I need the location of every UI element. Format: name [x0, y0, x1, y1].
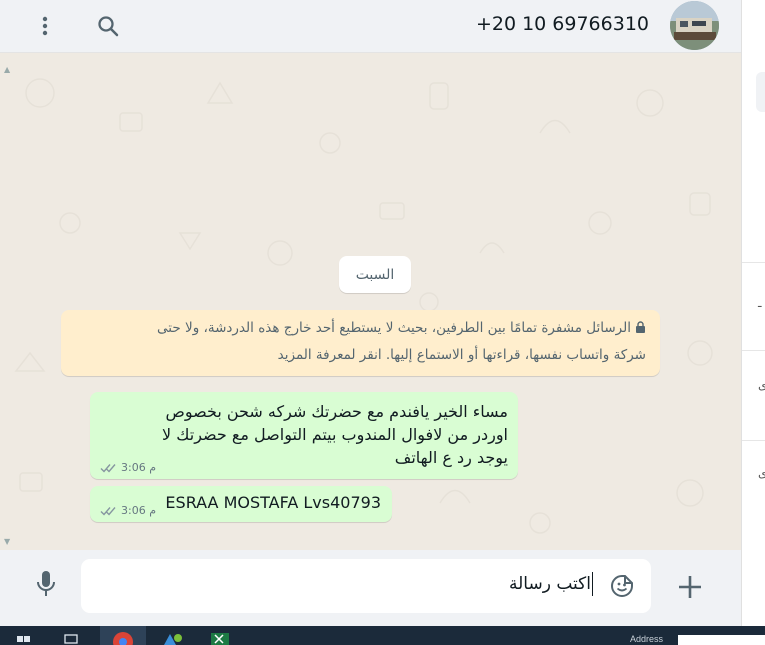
message-meta: 3:06 م — [100, 504, 156, 517]
message-meta: 3:06 م — [100, 461, 156, 474]
search-icon[interactable] — [95, 13, 121, 39]
message-time: 3:06 م — [121, 504, 157, 517]
side-panel-text: ى — [758, 378, 765, 392]
chat-window: +20 10 69766310 ▲ ▼ السبت الرسائل مشفرة … — [0, 0, 741, 626]
encryption-notice-line1: الرسائل مشفرة تمامًا بين الطرفين، بحيث ل… — [75, 315, 646, 342]
app-icon[interactable] — [158, 626, 188, 645]
divider — [742, 262, 765, 263]
address-label: Address — [630, 634, 664, 644]
encryption-text-1: الرسائل مشفرة تمامًا بين الطرفين، بحيث ل… — [157, 320, 631, 336]
os-taskbar: Address — [0, 626, 765, 645]
message-line: يوجد رد ع الهاتف — [394, 448, 508, 467]
address-field[interactable] — [678, 635, 765, 645]
side-panel-edge: ـ ى ى — [741, 0, 765, 626]
message-text: ESRAA MOSTAFA Lvs40793 — [165, 493, 381, 512]
message-input-text: اكتب رسالة — [509, 574, 591, 594]
scroll-up-indicator[interactable]: ▲ — [4, 65, 10, 74]
composer-bar: اكتب رسالة — [0, 550, 741, 626]
message-time: 3:06 م — [121, 461, 157, 474]
scroll-down-indicator[interactable]: ▼ — [4, 537, 10, 546]
date-separator: السبت — [339, 256, 411, 293]
windows-start-icon[interactable] — [14, 626, 34, 645]
side-panel-chip[interactable] — [756, 72, 765, 112]
text-cursor — [592, 572, 593, 596]
encryption-notice[interactable]: الرسائل مشفرة تمامًا بين الطرفين، بحيث ل… — [61, 310, 660, 376]
sticker-icon[interactable] — [610, 574, 634, 598]
message-input[interactable]: اكتب رسالة — [81, 559, 651, 613]
read-receipt-icon — [100, 463, 116, 473]
contact-avatar[interactable] — [670, 1, 719, 50]
task-view-icon[interactable] — [62, 626, 82, 645]
outgoing-message[interactable]: مساء الخير يافندم مع حضرتك شركه شحن بخصو… — [90, 392, 518, 479]
message-line: مساء الخير يافندم مع حضرتك شركه شحن بخصو… — [165, 402, 508, 421]
encryption-text-2: شركة واتساب نفسها، قراءتها أو الاستماع إ… — [277, 347, 646, 363]
chrome-icon[interactable] — [100, 626, 146, 645]
plus-icon[interactable] — [675, 572, 705, 602]
excel-icon[interactable] — [205, 626, 235, 645]
read-receipt-icon — [100, 506, 116, 516]
side-panel-text: ـ — [758, 296, 762, 310]
message-line: اوردر من لافوال المندوب بيتم التواصل مع … — [162, 425, 508, 444]
side-panel-text: ى — [758, 466, 765, 480]
contact-name[interactable]: +20 10 69766310 — [476, 13, 649, 35]
outgoing-message[interactable]: ESRAA MOSTAFA Lvs40793 3:06 م — [90, 486, 392, 522]
lock-icon — [636, 321, 645, 333]
chat-header: +20 10 69766310 — [0, 0, 741, 53]
message-text: مساء الخير يافندم مع حضرتك شركه شحن بخصو… — [98, 400, 508, 469]
microphone-icon[interactable] — [32, 568, 60, 600]
divider — [742, 440, 765, 441]
kebab-menu-icon[interactable] — [32, 13, 58, 39]
divider — [742, 350, 765, 351]
